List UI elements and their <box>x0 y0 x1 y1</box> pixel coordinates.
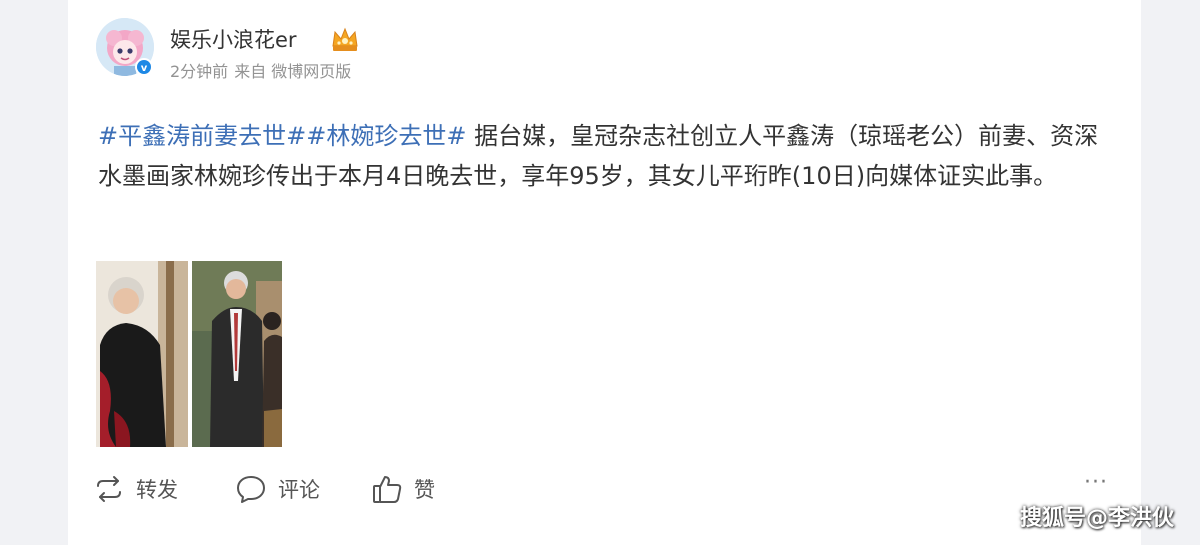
comment-label: 评论 <box>278 478 320 502</box>
watermark-text: 搜狐号@李洪伙 <box>1019 506 1174 531</box>
svg-text:v: v <box>141 63 148 74</box>
action-bar: 转发 评论 赞 ··· <box>92 470 1122 508</box>
post-content: #平鑫涛前妻去世##林婉珍去世# 据台媒，皇冠杂志社创立人平鑫涛（琼瑶老公）前妻… <box>98 116 1113 196</box>
more-options-button[interactable]: ··· <box>1084 470 1108 495</box>
like-label: 赞 <box>414 478 435 502</box>
topic-link[interactable]: #林婉珍去世# <box>306 122 466 150</box>
post-image[interactable] <box>96 261 282 447</box>
repost-label: 转发 <box>136 478 178 502</box>
comment-icon <box>237 476 265 503</box>
post-source: 来自 微博网页版 <box>234 62 352 81</box>
author-name[interactable]: 娱乐小浪花er <box>170 26 297 54</box>
repost-button[interactable]: 转发 <box>92 470 178 508</box>
weibo-post-card: v 娱乐小浪花er 2分钟前 来自 微博网页版 #平鑫涛前妻去世##林婉珍去世# … <box>68 0 1141 545</box>
topic-link[interactable]: #平鑫涛前妻去世# <box>98 122 306 150</box>
crown-icon <box>330 26 360 54</box>
like-button[interactable]: 赞 <box>370 470 435 508</box>
photo-collage-image <box>96 261 282 447</box>
post-meta: 2分钟前 来自 微博网页版 <box>170 61 357 83</box>
post-time[interactable]: 2分钟前 <box>170 62 228 81</box>
verified-badge-icon: v <box>135 58 153 76</box>
thumbs-up-icon <box>373 476 402 503</box>
repost-icon <box>97 476 121 502</box>
comment-button[interactable]: 评论 <box>234 470 320 508</box>
